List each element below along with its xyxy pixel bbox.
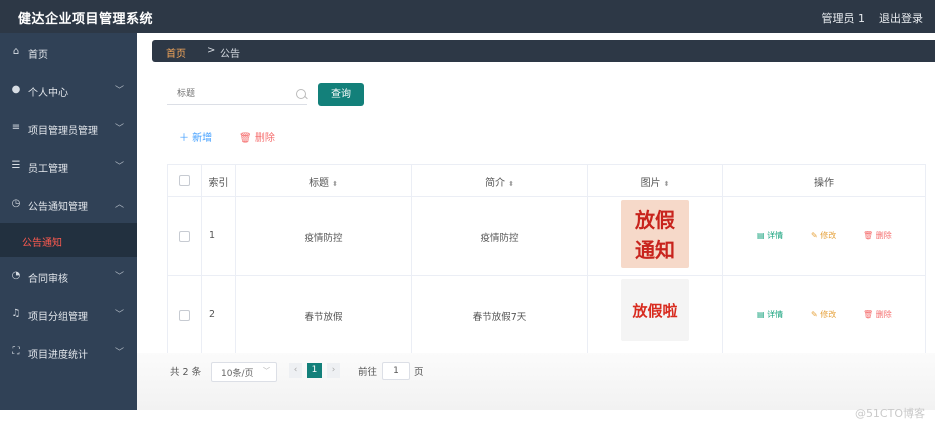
- sidebar-item-contract-review[interactable]: ◔ 合同审核 ﹀: [0, 257, 137, 295]
- search-icon[interactable]: [296, 89, 306, 99]
- logout-button[interactable]: 退出登录: [879, 10, 923, 26]
- gauge-icon: ◔: [11, 270, 21, 281]
- breadcrumb-separator: >: [207, 45, 216, 56]
- watermark: @51CTO博客: [854, 407, 925, 420]
- sidebar-item-label: 项目分组管理: [28, 312, 88, 323]
- app-title: 健达企业项目管理系统: [18, 12, 154, 27]
- sidebar-item-label: 项目管理员管理: [28, 126, 98, 137]
- prev-page-button[interactable]: ‹: [289, 363, 302, 378]
- add-button[interactable]: ＋ 新增: [179, 129, 212, 144]
- clock-icon: ◷: [11, 198, 21, 209]
- row-checkbox[interactable]: [179, 310, 190, 321]
- view-button[interactable]: ▤ 详情: [757, 309, 783, 320]
- list-icon: ≡: [11, 122, 21, 133]
- goto-page-input[interactable]: [382, 362, 410, 380]
- pagination: 共 2 条 10条/页 ﹀ ‹ 1 › 前往 页 @51CTO博客: [137, 353, 935, 420]
- column-header-image[interactable]: 图片 ⬍: [588, 174, 722, 189]
- sort-icon: ⬍: [332, 180, 338, 188]
- edit-button[interactable]: ✎ 修改: [811, 309, 836, 320]
- chevron-down-icon: ﹀: [263, 367, 270, 375]
- fullscreen-icon: ⛶: [12, 346, 20, 357]
- notice-image[interactable]: 放假啦: [621, 279, 689, 341]
- sidebar-item-label: 首页: [28, 50, 48, 61]
- row-intro: 疫情防控: [480, 233, 519, 244]
- main-content: 首页 > 公告 查询 ＋ 新增 🗑 删除 索引 标题⬍ 简介⬍ 图片⬍ 操作 1…: [137, 33, 935, 420]
- table-row: 1 疫情防控 疫情防控 放假 通知 ▤ 详情 ✎ 修改 🗑 删除: [168, 196, 925, 276]
- breadcrumb-home[interactable]: 首页: [166, 45, 186, 60]
- next-page-button[interactable]: ›: [327, 363, 340, 378]
- query-button[interactable]: 查询: [318, 83, 364, 106]
- chevron-down-icon: ﹀: [114, 162, 124, 172]
- sidebar-item-personal-center[interactable]: ● 个人中心 ﹀: [0, 71, 137, 109]
- chevron-down-icon: ﹀: [114, 86, 124, 96]
- delete-button[interactable]: 🗑 删除: [863, 230, 892, 241]
- sort-icon: ⬍: [663, 180, 670, 188]
- batch-delete-button[interactable]: 🗑 删除: [239, 129, 275, 144]
- sort-icon: ⬍: [508, 180, 514, 188]
- submenu-item-notice[interactable]: 公告通知: [22, 234, 62, 249]
- home-icon: ⌂: [12, 46, 20, 57]
- sidebar-submenu: 公告通知: [0, 223, 137, 257]
- notice-table: 索引 标题 ⬍ 简介 ⬍ 图片 ⬍ 操作 1 疫情防控 疫情防控 放假 通知 ▤ 详情…: [167, 164, 926, 356]
- chevron-down-icon: ﹀: [114, 272, 124, 282]
- bell-icon: ♫: [11, 308, 21, 319]
- delete-button[interactable]: 🗑 删除: [863, 309, 892, 320]
- chevron-down-icon: ﹀: [114, 310, 124, 320]
- row-checkbox[interactable]: [179, 231, 190, 242]
- row-intro: 春节放假7天: [472, 312, 527, 323]
- sidebar-item-label: 公告通知管理: [28, 202, 88, 213]
- notice-image[interactable]: 放假 通知: [621, 200, 689, 268]
- row-title: 春节放假: [304, 312, 343, 323]
- edit-button[interactable]: ✎ 修改: [811, 230, 836, 241]
- view-button[interactable]: ▤ 详情: [757, 230, 783, 241]
- chevron-down-icon: ﹀: [114, 348, 124, 358]
- column-header-intro[interactable]: 简介 ⬍: [412, 174, 587, 189]
- table-header: 索引 标题 ⬍ 简介 ⬍ 图片 ⬍ 操作: [168, 165, 925, 197]
- total-count: 共 2 条: [170, 367, 202, 378]
- user-icon: ●: [11, 84, 21, 95]
- page-size-select[interactable]: 10条/页 ﹀: [211, 362, 277, 382]
- sidebar-item-label: 个人中心: [28, 88, 68, 99]
- chevron-up-icon: ︿: [114, 200, 124, 210]
- sliders-icon: ☰: [11, 160, 21, 171]
- breadcrumb: 首页 > 公告: [152, 40, 935, 62]
- sidebar-item-notice[interactable]: ◷ 公告通知管理 ︿: [0, 185, 137, 223]
- chevron-down-icon: ﹀: [114, 124, 124, 134]
- sidebar-item-label: 合同审核: [28, 274, 68, 285]
- sidebar-item-progress-stats[interactable]: ⛶ 项目进度统计 ﹀: [0, 333, 137, 371]
- sidebar-item-project-admin[interactable]: ≡ 项目管理员管理 ﹀: [0, 109, 137, 147]
- select-all-checkbox[interactable]: [179, 175, 190, 186]
- goto-suffix: 页: [414, 367, 424, 378]
- sidebar-item-label: 员工管理: [28, 164, 68, 175]
- current-user[interactable]: 管理员 1: [822, 10, 866, 26]
- sidebar-item-project-group[interactable]: ♫ 项目分组管理 ﹀: [0, 295, 137, 333]
- row-title: 疫情防控: [304, 233, 343, 244]
- search-input[interactable]: [167, 83, 307, 105]
- sidebar-item-label: 项目进度统计: [28, 350, 88, 361]
- breadcrumb-current: 公告: [220, 49, 240, 60]
- sidebar-item-home[interactable]: ⌂ 首页: [0, 33, 137, 71]
- table-row: 2 春节放假 春节放假7天 放假啦 ▤ 详情 ✎ 修改 🗑 删除: [168, 275, 925, 355]
- page-number[interactable]: 1: [307, 363, 322, 378]
- sidebar: ⌂ 首页 ● 个人中心 ﹀ ≡ 项目管理员管理 ﹀ ☰ 员工管理 ﹀ ◷ 公告通…: [0, 33, 137, 410]
- goto-label: 前往: [358, 367, 378, 378]
- column-header: 索引: [208, 178, 229, 189]
- sidebar-item-staff[interactable]: ☰ 员工管理 ﹀: [0, 147, 137, 185]
- column-header-ops: 操作: [814, 178, 834, 189]
- column-header-title[interactable]: 标题 ⬍: [236, 174, 411, 189]
- top-header: 健达企业项目管理系统 管理员 1 退出登录: [0, 0, 935, 33]
